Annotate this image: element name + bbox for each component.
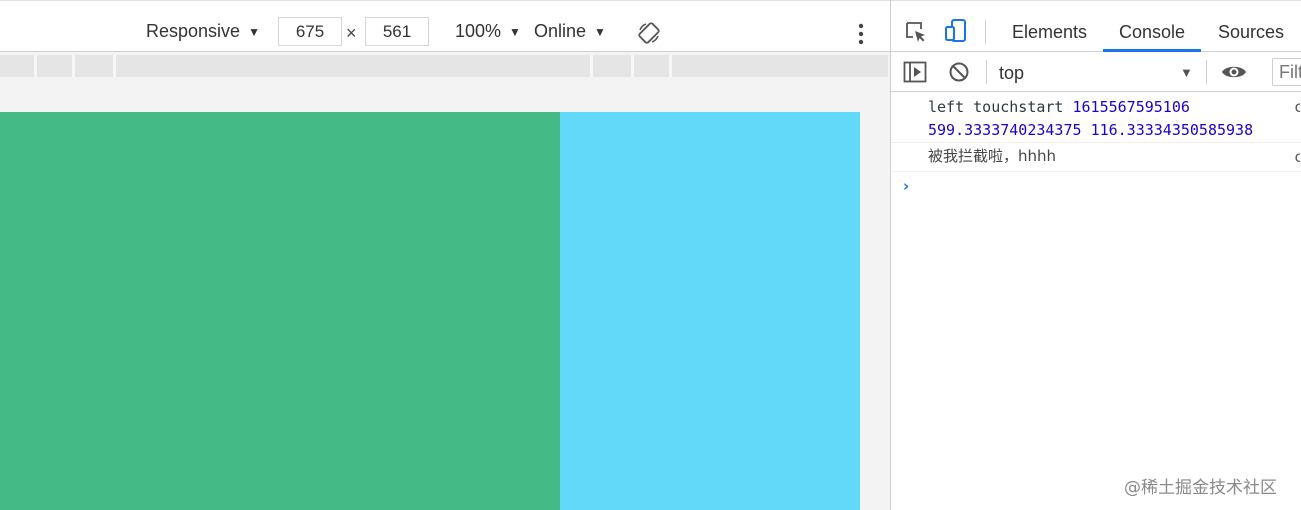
chevron-down-icon: ▼ <box>594 24 606 39</box>
media-query-divider <box>631 55 634 77</box>
zoom-select[interactable]: 100% ▼ <box>455 21 521 42</box>
console-filter-input[interactable]: Filt <box>1272 58 1301 86</box>
throttle-select[interactable]: Online ▼ <box>534 21 606 42</box>
device-toolbar-toggle-icon[interactable] <box>945 19 967 43</box>
media-query-divider <box>669 55 672 77</box>
chevron-down-icon: ▼ <box>1180 65 1193 80</box>
console-message: 被我拦截啦，hhhh c <box>891 143 1301 172</box>
log-text: left touchstart <box>928 98 1073 116</box>
eye-icon[interactable] <box>1221 63 1247 81</box>
log-source-link[interactable]: c <box>1294 146 1300 169</box>
watermark: @稀土掘金技术社区 <box>1124 478 1277 498</box>
execution-context-select[interactable]: top <box>999 63 1024 84</box>
toolbar-divider <box>1206 60 1207 84</box>
rotate-icon[interactable] <box>637 21 661 45</box>
inspect-element-icon[interactable] <box>905 21 927 43</box>
console-prompt[interactable]: › <box>903 177 909 195</box>
media-query-divider <box>72 55 75 77</box>
device-toolbar: Responsive ▼ 675 × 561 100% ▼ Online ▼ <box>0 0 890 52</box>
log-number: 599.3333740234375 <box>928 121 1082 139</box>
tabbar-divider <box>985 20 986 44</box>
devtools-panel: Elements Console Sources top ▼ Filt left… <box>890 0 1301 510</box>
log-number: 1615567595106 <box>1072 98 1190 116</box>
devtools-tabbar: Elements Console Sources <box>891 0 1301 52</box>
zoom-select-label: 100% <box>455 21 502 41</box>
throttle-select-label: Online <box>534 21 587 41</box>
console-toolbar: top ▼ Filt <box>891 52 1301 92</box>
toolbar-divider <box>986 60 987 84</box>
tab-sources[interactable]: Sources <box>1218 22 1284 43</box>
media-query-divider <box>590 55 593 77</box>
right-touch-area[interactable] <box>560 112 860 510</box>
tab-console[interactable]: Console <box>1119 22 1185 43</box>
log-source-link[interactable]: c <box>1294 96 1300 119</box>
console-messages: left touchstart 1615567595106 599.333374… <box>891 93 1301 172</box>
left-touch-area[interactable] <box>0 112 560 510</box>
device-emulation-pane: Responsive ▼ 675 × 561 100% ▼ Online ▼ <box>0 0 890 510</box>
tab-elements[interactable]: Elements <box>1012 22 1087 43</box>
clear-console-icon[interactable] <box>948 61 970 83</box>
log-text: 被我拦截啦，hhhh <box>928 147 1057 165</box>
media-query-divider <box>34 55 37 77</box>
more-options-icon[interactable] <box>852 22 870 46</box>
log-number: 116.33334350585938 <box>1090 121 1254 139</box>
device-select-label: Responsive <box>146 21 241 41</box>
dimension-separator: × <box>346 23 357 43</box>
console-sidebar-toggle-icon[interactable] <box>903 61 927 83</box>
chevron-down-icon: ▼ <box>248 24 260 39</box>
device-select[interactable]: Responsive ▼ <box>146 21 260 42</box>
media-query-bar[interactable] <box>0 55 888 77</box>
emulated-viewport[interactable] <box>0 112 860 510</box>
media-query-divider <box>113 55 116 77</box>
chevron-down-icon: ▼ <box>509 24 521 39</box>
width-input[interactable]: 675 <box>278 17 342 46</box>
height-input[interactable]: 561 <box>365 17 429 46</box>
console-message: left touchstart 1615567595106 599.333374… <box>891 93 1301 143</box>
